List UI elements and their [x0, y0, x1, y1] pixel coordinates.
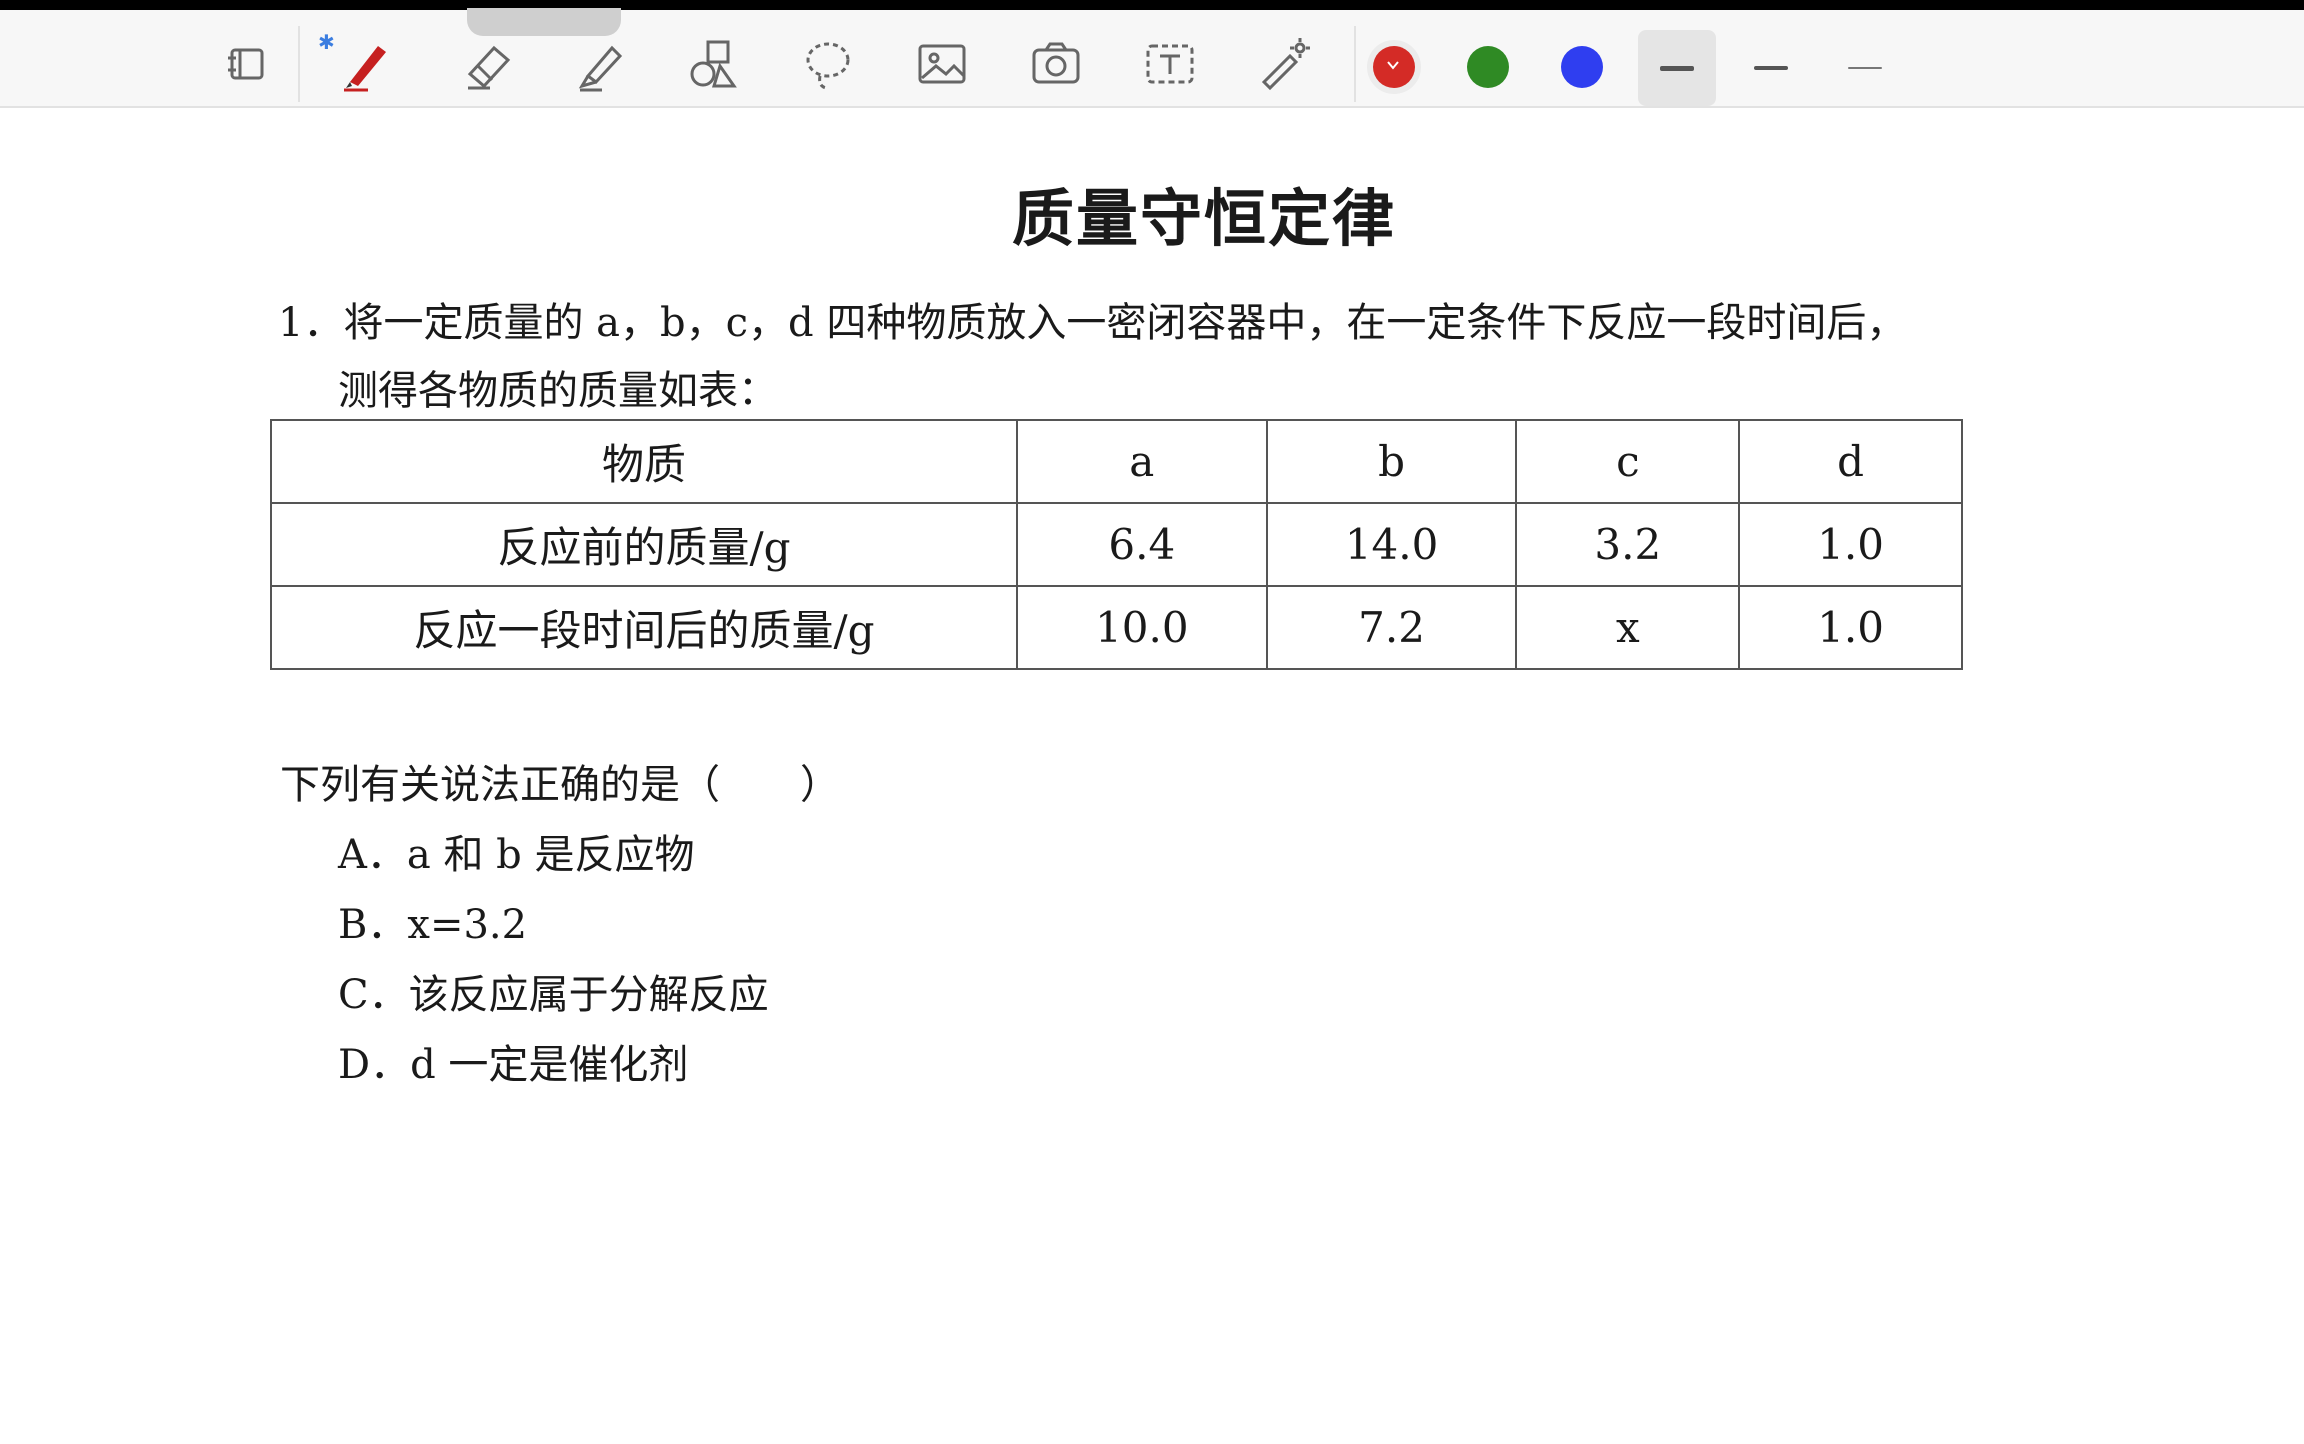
data-table: 物质 a b c d 反应前的质量/g 6.4 14.0 3.2 1.0 反应一… — [270, 419, 1963, 670]
toolbar-separator — [298, 26, 300, 102]
stroke-thin-icon — [1848, 67, 1882, 69]
laser-pointer-icon[interactable] — [1248, 28, 1320, 100]
stroke-medium-icon — [1754, 66, 1788, 70]
table-cell: 1.0 — [1738, 502, 1963, 587]
chevron-down-icon — [1387, 61, 1399, 70]
page-icon[interactable] — [212, 28, 284, 100]
table-header-cell: d — [1738, 419, 1963, 504]
question-prompt: 下列有关说法正确的是（ ） — [280, 762, 840, 808]
text-icon[interactable] — [1134, 28, 1206, 100]
option-c: C．该反应属于分解反应 — [338, 972, 769, 1018]
table-header-cell: c — [1515, 419, 1741, 504]
table-row: 反应前的质量/g 6.4 14.0 3.2 1.0 — [270, 502, 1963, 587]
table-cell: 10.0 — [1015, 585, 1268, 670]
page-title: 质量守恒定律 — [1011, 182, 1396, 255]
image-icon[interactable] — [906, 28, 978, 100]
question-text-line-2: 测得各物质的质量如表： — [338, 368, 778, 414]
stroke-medium-button[interactable] — [1732, 30, 1810, 106]
color-green-swatch[interactable] — [1467, 46, 1509, 88]
toolbar: ✱ — [0, 10, 2304, 108]
top-black-bar — [0, 0, 2304, 10]
option-b: B．x=3.2 — [338, 902, 528, 948]
table-cell: 6.4 — [1015, 502, 1268, 587]
table-header-cell: a — [1015, 419, 1268, 504]
table-header-cell: b — [1265, 419, 1518, 504]
shapes-icon[interactable] — [678, 28, 750, 100]
stroke-thick-button[interactable] — [1638, 30, 1716, 106]
table-header-row: 物质 a b c d — [270, 419, 1963, 504]
table-row: 反应一段时间后的质量/g 10.0 7.2 x 1.0 — [270, 585, 1963, 670]
table-cell: 反应一段时间后的质量/g — [270, 585, 1018, 670]
option-a: A．a 和 b 是反应物 — [338, 832, 695, 878]
lasso-icon[interactable] — [792, 28, 864, 100]
table-cell: 3.2 — [1515, 502, 1741, 587]
camera-icon[interactable] — [1020, 28, 1092, 100]
color-blue-swatch[interactable] — [1561, 46, 1603, 88]
drag-handle[interactable] — [467, 8, 621, 36]
toolbar-separator — [1354, 26, 1356, 102]
option-d: D．d 一定是催化剂 — [338, 1042, 689, 1088]
table-cell: 7.2 — [1265, 585, 1518, 670]
table-cell: x — [1515, 585, 1741, 670]
eraser-icon[interactable] — [452, 28, 524, 100]
question-text-line-1: 1．将一定质量的 a，b，c，d 四种物质放入一密闭容器中，在一定条件下反应一段… — [278, 300, 1907, 346]
stroke-thin-button[interactable] — [1826, 30, 1904, 106]
table-header-cell: 物质 — [270, 419, 1018, 504]
color-red-swatch[interactable] — [1373, 46, 1415, 88]
pen-icon[interactable] — [330, 28, 402, 100]
highlighter-icon[interactable] — [564, 28, 636, 100]
table-cell: 14.0 — [1265, 502, 1518, 587]
table-cell: 1.0 — [1738, 585, 1963, 670]
table-cell: 反应前的质量/g — [270, 502, 1018, 587]
stroke-thick-icon — [1660, 65, 1694, 71]
